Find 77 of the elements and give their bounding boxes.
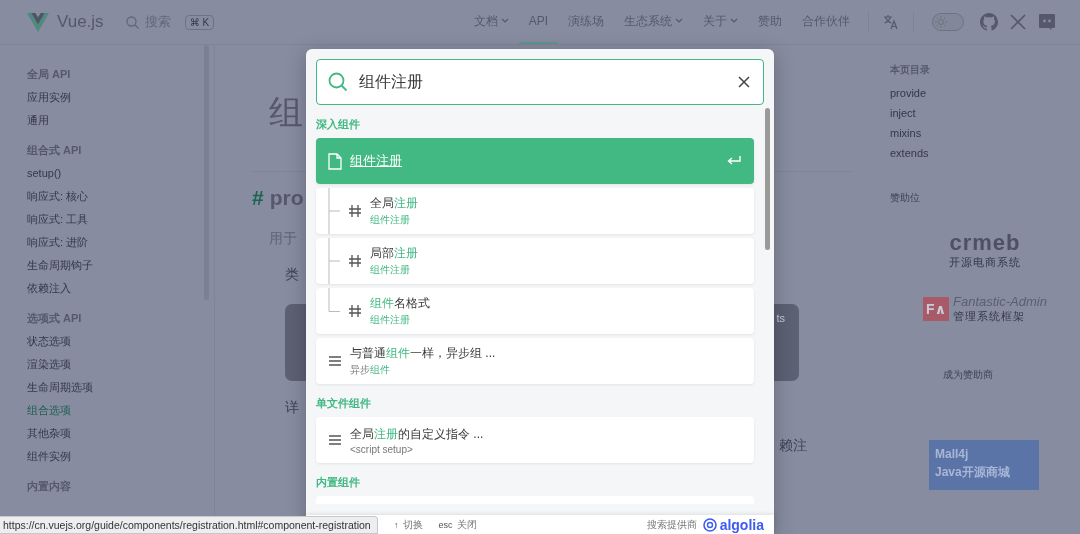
sponsor-banner[interactable]: Mall4j Java开源商城 xyxy=(929,440,1039,490)
sidebar-item[interactable]: 状态选项 xyxy=(27,334,71,348)
sponsor-tagline: 管理系统框架 xyxy=(953,309,1026,324)
search-result[interactable]: 全局注册的自定义指令 ... <script setup> xyxy=(316,417,754,463)
lines-icon xyxy=(328,434,342,446)
sidebar-item[interactable]: 生命周期选项 xyxy=(27,380,93,394)
logo-icon[interactable] xyxy=(27,12,49,32)
sponsor-tagline: 开源电商系统 xyxy=(949,255,1021,270)
sidebar-item[interactable]: 响应式: 核心 xyxy=(27,189,89,203)
search-icon xyxy=(328,72,348,92)
result-subtitle: <script setup> xyxy=(350,443,414,455)
hash-icon xyxy=(348,254,362,268)
github-icon[interactable] xyxy=(980,13,998,31)
sidebar-item[interactable]: 组合选项 xyxy=(27,403,71,417)
key-label: 关闭 xyxy=(456,517,477,532)
x-icon[interactable] xyxy=(1010,14,1026,30)
result-title: 局部注册 xyxy=(370,245,419,262)
scrollbar[interactable] xyxy=(765,108,770,250)
paragraph: 赖注 xyxy=(779,437,807,455)
result-group-title: 单文件组件 xyxy=(316,396,372,411)
anchor-link[interactable]: # xyxy=(252,186,264,209)
sponsor-logo[interactable]: crmeb xyxy=(949,231,1021,255)
sponsor-mark[interactable]: F∧ xyxy=(923,297,949,321)
sidebar-item[interactable]: 应用实例 xyxy=(27,90,71,104)
sidebar-item[interactable]: setup() xyxy=(27,166,62,180)
search-icon xyxy=(125,15,139,29)
lines-icon xyxy=(328,355,342,367)
result-group-title: 深入组件 xyxy=(316,117,361,132)
key-hint: esc xyxy=(438,519,453,530)
hash-icon xyxy=(348,304,362,318)
enter-icon xyxy=(726,155,742,167)
sidebar-item[interactable]: 渲染选项 xyxy=(27,357,71,371)
result-subtitle: 组件注册 xyxy=(370,263,411,277)
chat-bubble-icon[interactable] xyxy=(1038,13,1056,31)
translate-icon[interactable] xyxy=(883,14,899,30)
toc-link[interactable]: provide xyxy=(890,87,927,99)
close-icon[interactable] xyxy=(738,76,750,88)
sponsor-link[interactable]: 成为赞助商 xyxy=(943,368,993,382)
sun-icon xyxy=(935,16,947,28)
search-result[interactable]: 与普通组件一样，异步组 ... 异步组件 xyxy=(316,338,754,384)
code-language: ts xyxy=(776,312,785,326)
search-result[interactable]: 全局注册 组件注册 xyxy=(316,188,754,234)
sidebar-item[interactable]: 其他杂项 xyxy=(27,426,71,440)
search-result[interactable]: 组件注册 xyxy=(316,138,754,184)
search-result[interactable]: 组件名格式 组件注册 xyxy=(316,288,754,334)
list-item: 类 xyxy=(285,266,299,284)
result-group-title: 内置组件 xyxy=(316,475,361,490)
provider-label: 搜索提供商 xyxy=(646,517,697,532)
result-title: 组件注册 xyxy=(350,152,403,170)
document-icon xyxy=(328,152,342,170)
sidebar-item[interactable]: 通用 xyxy=(27,113,49,127)
toc-link[interactable]: extends xyxy=(890,147,929,159)
result-subtitle: 组件注册 xyxy=(370,213,411,227)
result-subtitle: 异步组件 xyxy=(350,363,391,377)
result-subtitle: 组件注册 xyxy=(370,313,411,327)
search-field[interactable]: 组件注册 xyxy=(316,59,764,105)
result-title: 全局注册的自定义指令 ... xyxy=(350,425,485,443)
sidebar-item[interactable]: 响应式: 工具 xyxy=(27,212,89,226)
algolia-icon xyxy=(702,517,717,532)
search-result[interactable]: 局部注册 组件注册 xyxy=(316,238,754,284)
algolia-logo[interactable]: algolia xyxy=(702,516,764,533)
toc-link[interactable]: inject xyxy=(890,107,916,119)
key-label: 切换 xyxy=(402,517,423,532)
result-title: 全局注册 xyxy=(370,195,419,212)
sidebar-item[interactable]: 响应式: 进阶 xyxy=(27,235,89,249)
theme-switch[interactable] xyxy=(932,13,964,31)
result-title: 与普通组件一样，异步组 ... xyxy=(350,345,497,362)
hash-icon xyxy=(348,204,362,218)
result-title: 组件名格式 xyxy=(370,295,431,312)
key-hint: ↑ xyxy=(394,519,399,530)
sidebar-item[interactable]: 组件实例 xyxy=(27,449,71,463)
sponsor-heading: 赞助位 xyxy=(890,191,920,205)
sidebar-item[interactable]: 生命周期钩子 xyxy=(27,258,93,272)
list-item: 详 xyxy=(285,399,299,417)
toc-link[interactable]: mixins xyxy=(890,127,922,139)
link-url-tooltip: https://cn.vuejs.org/guide/components/registration.html#component-registration xyxy=(0,516,378,534)
sidebar-item[interactable]: 依赖注入 xyxy=(27,281,71,295)
